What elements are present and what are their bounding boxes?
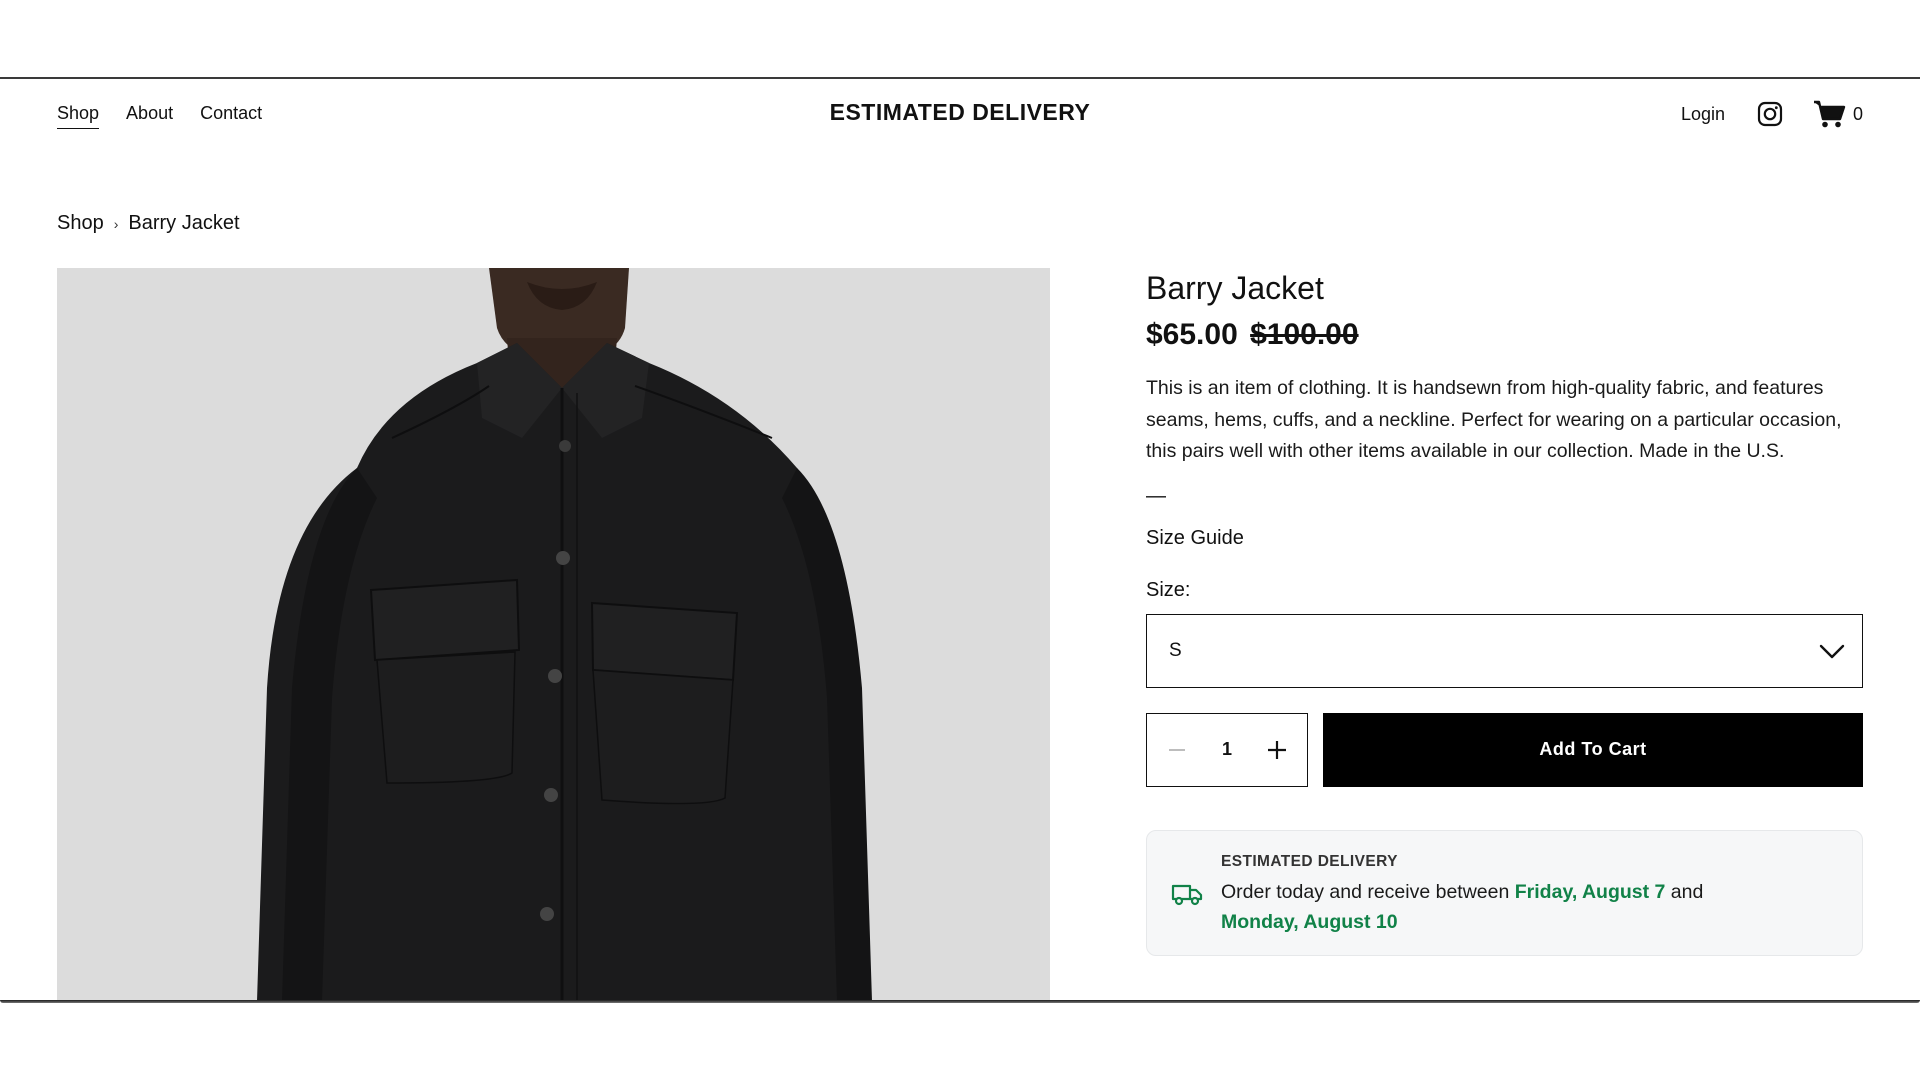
breadcrumb-separator: › [113,215,119,232]
add-to-cart-button[interactable]: Add To Cart [1323,712,1863,787]
delivery-text-middle: and [1665,880,1704,903]
product-info: Barry Jacket $65.00 $100.00 This is an i… [1146,268,1863,956]
cart-count: 0 [1852,103,1863,124]
plus-icon[interactable] [1259,732,1295,768]
product-price: $65.00 $100.00 [1146,317,1863,353]
size-guide-link[interactable]: Size Guide [1146,526,1863,550]
product-description: This is an item of clothing. It is hands… [1146,377,1842,462]
header-actions: Login 0 [1681,99,1863,129]
nav-contact-link[interactable]: Contact [200,103,262,129]
bottom-blank-band [0,1003,1920,1080]
breadcrumb-shop-link[interactable]: Shop [57,212,104,235]
instagram-icon[interactable] [1757,101,1783,127]
delivery-text: Order today and receive between Friday, … [1221,877,1841,937]
nav-shop-link[interactable]: Shop [57,103,100,129]
cart-button[interactable]: 0 [1813,99,1863,129]
delivery-date-from: Friday, August 7 [1514,880,1666,903]
size-select-value: S [1169,639,1182,661]
brand-logo[interactable]: ESTIMATED DELIVERY [57,99,1863,126]
cart-icon [1813,100,1846,128]
size-label: Size: [1146,578,1191,601]
estimated-delivery-box: ESTIMATED DELIVERY Order today and recei… [1146,829,1863,956]
page-screen: Shop About Contact ESTIMATED DELIVERY Lo… [0,79,1920,1001]
product-image[interactable] [57,268,1050,1001]
delivery-title: ESTIMATED DELIVERY [1221,852,1398,870]
compare-price: $100.00 [1250,318,1359,351]
top-blank-band [0,0,1920,77]
sale-price: $65.00 [1146,318,1238,351]
chevron-down-icon [1819,644,1845,658]
purchase-row: 1 Add To Cart [1146,712,1863,787]
truck-icon [1171,884,1203,905]
main-nav: Shop About Contact [57,103,262,129]
jacket-photo [57,268,1050,1001]
site-header: Shop About Contact ESTIMATED DELIVERY Lo… [57,79,1863,149]
breadcrumb-current: Barry Jacket [128,212,240,234]
delivery-text-before: Order today and receive between [1221,880,1515,903]
size-select[interactable]: S [1146,613,1863,688]
quantity-stepper: 1 [1146,712,1308,787]
divider-dash: — [1146,484,1166,507]
breadcrumb: Shop › Barry Jacket [57,212,240,235]
product-title: Barry Jacket [1146,270,1324,306]
login-link[interactable]: Login [1681,104,1725,125]
nav-about-link[interactable]: About [126,103,173,129]
delivery-date-to: Monday, August 10 [1221,910,1398,933]
